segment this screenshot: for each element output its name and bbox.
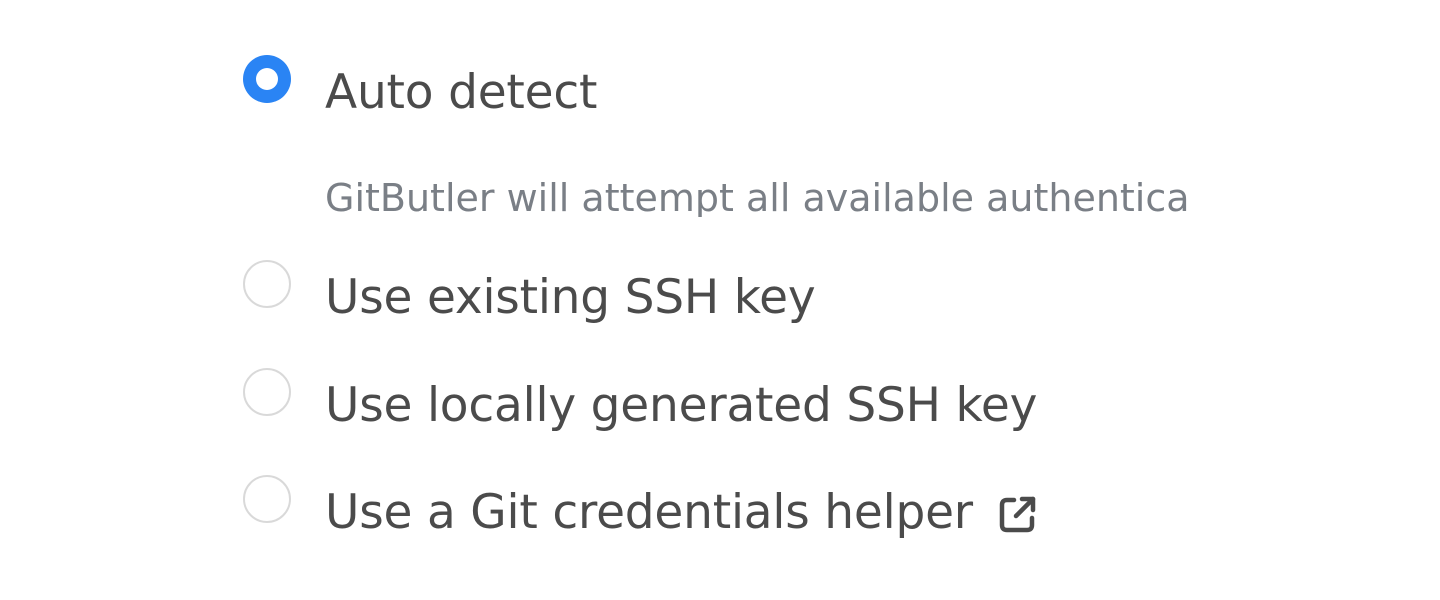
auto-detect-description: GitButler will attempt all available aut…	[325, 179, 1190, 217]
radio-selected-dot	[256, 68, 278, 90]
git-credentials-helper-label[interactable]: Use a Git credentials helper	[325, 485, 973, 540]
local-ssh-key-label[interactable]: Use locally generated SSH key	[325, 382, 1037, 429]
existing-ssh-key-radio[interactable]	[243, 260, 291, 308]
external-link-icon[interactable]	[997, 493, 1039, 535]
existing-ssh-key-label[interactable]: Use existing SSH key	[325, 274, 816, 321]
auto-detect-label[interactable]: Auto detect	[325, 69, 597, 116]
auto-detect-radio[interactable]	[243, 55, 291, 103]
git-credentials-helper-row: Use a Git credentials helper	[325, 489, 1039, 537]
git-credentials-helper-radio[interactable]	[243, 475, 291, 523]
local-ssh-key-radio[interactable]	[243, 368, 291, 416]
